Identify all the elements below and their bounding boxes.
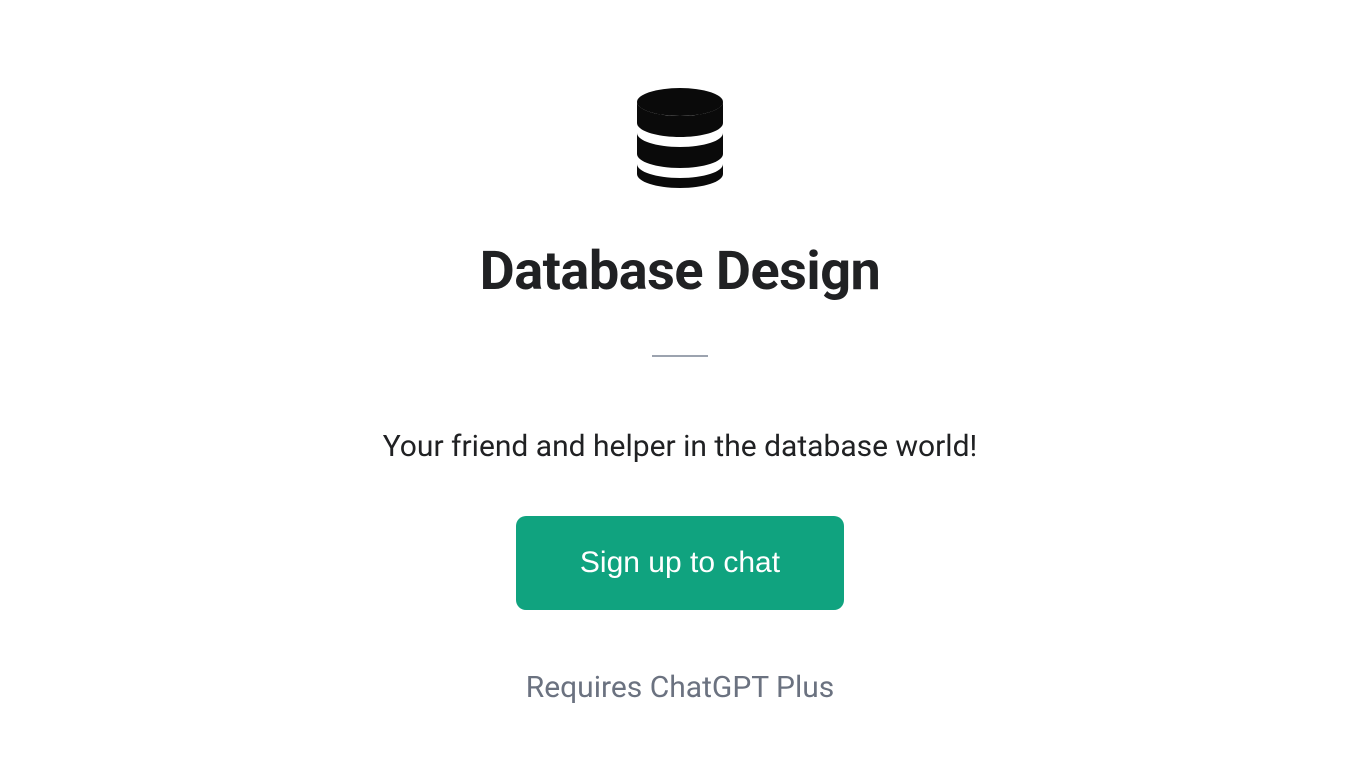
app-icon-wrap [632,88,728,192]
database-icon [632,88,728,192]
page-subtitle: Your friend and helper in the database w… [383,429,978,464]
title-divider [652,355,708,357]
signup-button[interactable]: Sign up to chat [516,516,844,610]
page-title: Database Design [480,240,881,303]
requirement-note: Requires ChatGPT Plus [526,670,835,705]
